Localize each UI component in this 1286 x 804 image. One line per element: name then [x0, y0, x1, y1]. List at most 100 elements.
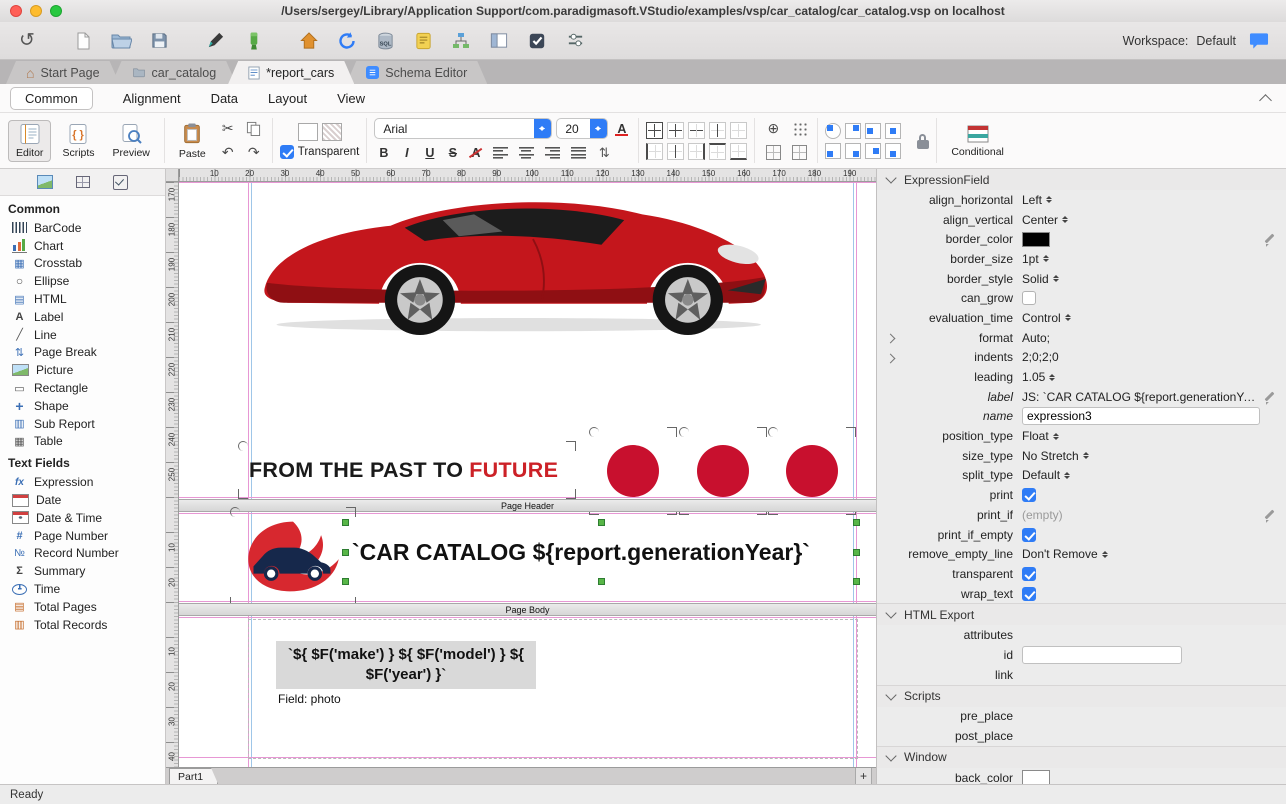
car-image[interactable]: [234, 184, 794, 341]
border-center-icon[interactable]: [667, 143, 684, 160]
border-horizontal-icon[interactable]: [688, 122, 705, 139]
palette-item-page-number[interactable]: Page Number: [0, 527, 165, 545]
prop-wrap-text-checkbox[interactable]: [1022, 587, 1036, 601]
save-icon[interactable]: [144, 27, 174, 55]
palette-item-barcode[interactable]: BarCode: [0, 219, 165, 237]
marker-icon[interactable]: [238, 27, 268, 55]
border-right-icon[interactable]: [688, 143, 705, 160]
align-bottom-middle-icon[interactable]: [885, 143, 901, 159]
prop-align-vertical-select[interactable]: Center: [1022, 213, 1260, 227]
editor-button[interactable]: Editor: [8, 120, 51, 162]
red-circle-element[interactable]: [600, 438, 666, 504]
align-bottom-left-icon[interactable]: [825, 143, 841, 159]
align-left-middle-icon[interactable]: [865, 123, 881, 139]
italic-button[interactable]: I: [397, 144, 416, 163]
paste-button[interactable]: Paste: [172, 120, 213, 162]
checkbox-palette-tab-icon[interactable]: [113, 175, 129, 189]
align-left-button[interactable]: [489, 143, 511, 163]
palette-item-total-records[interactable]: Total Records: [0, 616, 165, 634]
palette-item-summary[interactable]: Summary: [0, 562, 165, 580]
ribbon-tab-view[interactable]: View: [337, 91, 365, 106]
banner-text-element[interactable]: FROM THE PAST TOFUTURE: [249, 452, 565, 488]
palette-item-crosstab[interactable]: Crosstab: [0, 255, 165, 273]
grid-dots-icon[interactable]: [788, 119, 810, 139]
align-center-middle-icon[interactable]: [885, 123, 901, 139]
font-color-button[interactable]: A: [612, 119, 631, 138]
ribbon-tab-common[interactable]: Common: [10, 87, 93, 110]
fill-color-swatch[interactable]: [298, 123, 318, 141]
palette-item-date[interactable]: Date: [0, 491, 165, 509]
record-expression-element[interactable]: `${ $F('make') } ${ $F('model') } ${ $F(…: [276, 641, 536, 689]
copy-icon[interactable]: [243, 119, 265, 139]
align-center-button[interactable]: [515, 143, 537, 163]
palette-item-expression[interactable]: Expression: [0, 473, 165, 491]
prop-split-type-select[interactable]: Default: [1022, 468, 1260, 482]
photo-field-element[interactable]: Field: photo: [278, 692, 341, 706]
pattern-swatch[interactable]: [322, 123, 342, 141]
prop-border-color-swatch[interactable]: [1022, 232, 1050, 247]
inspector-group-expressionfield[interactable]: ExpressionField: [877, 169, 1286, 190]
palette-item-html[interactable]: HTML: [0, 290, 165, 308]
font-family-select[interactable]: Arial: [374, 118, 552, 139]
align-right-middle-icon[interactable]: [865, 143, 881, 159]
palette-item-shape[interactable]: Shape: [0, 397, 165, 415]
palette-item-sub-report[interactable]: Sub Report: [0, 415, 165, 433]
minimize-window-button[interactable]: [30, 5, 42, 17]
table-palette-tab-icon[interactable]: [75, 175, 91, 189]
picture-palette-tab-icon[interactable]: [37, 175, 53, 189]
border-top-icon[interactable]: [709, 143, 726, 160]
prop-back-color-swatch[interactable]: [1022, 770, 1050, 784]
snap-icon[interactable]: [762, 143, 784, 163]
lock-icon[interactable]: [917, 140, 929, 149]
report-page[interactable]: FROM THE PAST TOFUTURE Page Header: [179, 182, 876, 768]
center-target-icon[interactable]: ⊕: [762, 119, 784, 139]
redo-edit-icon[interactable]: ↷: [243, 143, 265, 163]
border-none-icon[interactable]: [730, 122, 747, 139]
palette-item-label[interactable]: Label: [0, 308, 165, 326]
prop-print-checkbox[interactable]: [1022, 488, 1036, 502]
prop-remove-empty-line-select[interactable]: Don't Remove: [1022, 547, 1260, 561]
tab-schema-editor[interactable]: Schema Editor: [346, 61, 487, 84]
palette-item-ellipse[interactable]: Ellipse: [0, 272, 165, 290]
ribbon-tab-alignment[interactable]: Alignment: [123, 91, 181, 106]
chat-icon[interactable]: [1244, 27, 1274, 55]
open-folder-icon[interactable]: [106, 27, 136, 55]
transparent-checkbox[interactable]: [280, 145, 294, 159]
border-left-icon[interactable]: [646, 143, 663, 160]
prop-size-type-select[interactable]: No Stretch: [1022, 449, 1260, 463]
prop-name-input[interactable]: [1022, 407, 1260, 425]
tab-report-cars[interactable]: *report_cars: [228, 61, 354, 84]
cut-icon[interactable]: ✂: [217, 119, 239, 139]
prop-leading-select[interactable]: 1.05: [1022, 370, 1260, 384]
org-chart-icon[interactable]: [446, 27, 476, 55]
align-justify-button[interactable]: [567, 143, 589, 163]
align-bottom-right-icon[interactable]: [845, 143, 861, 159]
logo-image[interactable]: [241, 518, 345, 596]
clear-format-button[interactable]: A: [466, 144, 485, 163]
border-vertical-icon[interactable]: [709, 122, 726, 139]
ribbon-tab-data[interactable]: Data: [211, 91, 238, 106]
palette-item-record-number[interactable]: Record Number: [0, 545, 165, 563]
border-all-icon[interactable]: [646, 122, 663, 139]
palette-item-time[interactable]: Time: [0, 580, 165, 598]
zoom-window-button[interactable]: [50, 5, 62, 17]
prop-label-edit-button[interactable]: [1263, 391, 1276, 404]
preview-button[interactable]: Preview: [106, 121, 157, 161]
grid-lines-icon[interactable]: [788, 143, 810, 163]
border-inner-icon[interactable]: [667, 122, 684, 139]
prop-position-type-select[interactable]: Float: [1022, 429, 1260, 443]
line-spacing-button[interactable]: ⇅: [593, 143, 615, 163]
prop-border-color-edit-button[interactable]: [1263, 233, 1276, 246]
workspace-value[interactable]: Default: [1196, 34, 1236, 48]
underline-button[interactable]: U: [420, 144, 439, 163]
ribbon-tab-layout[interactable]: Layout: [268, 91, 307, 106]
title-expression-element[interactable]: `CAR CATALOG ${report.generationYear}`: [346, 523, 856, 581]
page-header-divider[interactable]: Page Header: [179, 499, 876, 512]
panels-icon[interactable]: [484, 27, 514, 55]
prop-can-grow-checkbox[interactable]: [1022, 291, 1036, 305]
scripts-button[interactable]: { } Scripts: [55, 121, 101, 161]
palette-item-date-time[interactable]: Date & Time: [0, 509, 165, 527]
prop-print-if-edit-button[interactable]: [1263, 509, 1276, 522]
strikethrough-button[interactable]: S: [443, 144, 462, 163]
prop-id-input[interactable]: [1022, 646, 1182, 664]
